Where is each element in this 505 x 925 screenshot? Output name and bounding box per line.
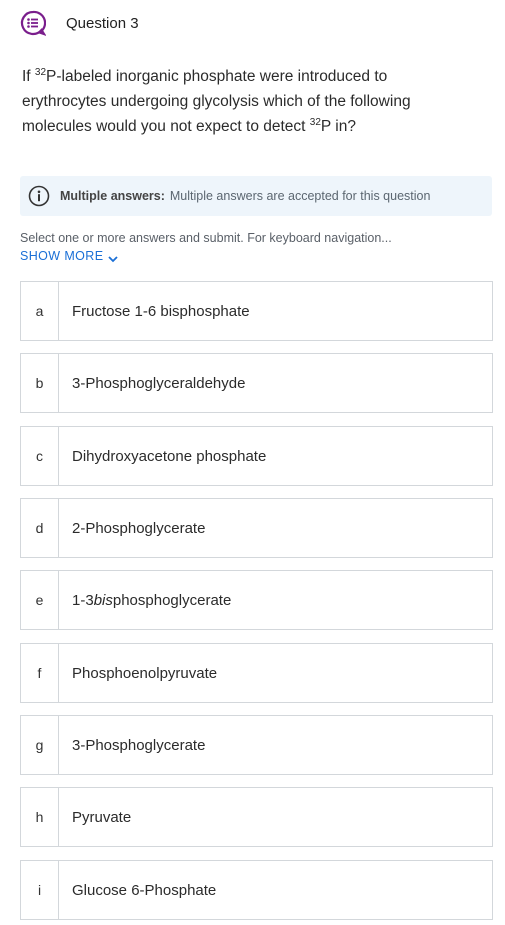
notice-text: Multiple answers are accepted for this q… [169, 189, 431, 203]
info-icon [28, 185, 50, 207]
option-text: 3-Phosphoglycerate [72, 736, 206, 754]
option-text: 1-3 bis phosphoglycerate [59, 571, 231, 629]
question-list-icon [20, 10, 46, 36]
isotope-superscript: 32 [34, 67, 47, 78]
option-letter: f [21, 644, 59, 702]
question-text: If 32P-labeled inorganic phosphate were … [22, 64, 462, 139]
question-text-part: P in? [320, 118, 356, 135]
option-text-part: phosphoglycerate [112, 591, 232, 609]
answer-option-g[interactable]: g 3-Phosphoglycerate [20, 715, 493, 775]
multiple-answers-notice: Multiple answers: Multiple answers are a… [20, 176, 492, 216]
option-letter: i [21, 861, 59, 919]
answer-option-f[interactable]: f Phosphoenolpyruvate [20, 643, 493, 703]
answer-option-d[interactable]: d 2-Phosphoglycerate [20, 498, 493, 558]
question-title: Question 3 [66, 14, 139, 32]
option-text: 3-Phosphoglyceraldehyde [72, 374, 246, 392]
answer-option-i[interactable]: i Glucose 6-Phosphate [20, 860, 493, 920]
answer-option-a[interactable]: a Fructose 1-6 bisphosphate [20, 281, 493, 341]
answer-option-h[interactable]: h Pyruvate [20, 787, 493, 847]
option-letter: b [21, 354, 59, 412]
option-text: Pyruvate [72, 808, 132, 826]
option-text: Phosphoenolpyruvate [72, 664, 218, 682]
option-text-italic: bis [93, 591, 113, 609]
chevron-down-icon [108, 252, 119, 263]
option-text: Glucose 6-Phosphate [72, 881, 217, 899]
question-header: Question 3 [20, 8, 139, 38]
isotope-superscript: 32 [309, 117, 321, 128]
show-more-label: SHOW MORE [20, 249, 104, 263]
option-text-part: 1-3 [72, 591, 94, 609]
notice-label: Multiple answers: [60, 189, 165, 203]
option-letter: c [21, 427, 59, 485]
answer-option-c[interactable]: c Dihydroxyacetone phosphate [20, 426, 493, 486]
option-letter: a [21, 282, 59, 340]
option-text: 2-Phosphoglycerate [72, 519, 206, 537]
option-text: Dihydroxyacetone phosphate [72, 447, 267, 465]
option-text: Fructose 1-6 bisphosphate [72, 302, 250, 320]
question-text-part: If [22, 68, 35, 85]
option-letter: g [21, 716, 59, 774]
answer-option-b[interactable]: b 3-Phosphoglyceraldehyde [20, 353, 493, 413]
show-more-button[interactable]: SHOW MORE [20, 249, 119, 263]
instructions-text: Select one or more answers and submit. F… [20, 231, 392, 245]
option-letter: e [21, 571, 59, 629]
option-letter: h [21, 788, 59, 846]
answer-option-e[interactable]: e 1-3 bis phosphoglycerate [20, 570, 493, 630]
option-letter: d [21, 499, 59, 557]
